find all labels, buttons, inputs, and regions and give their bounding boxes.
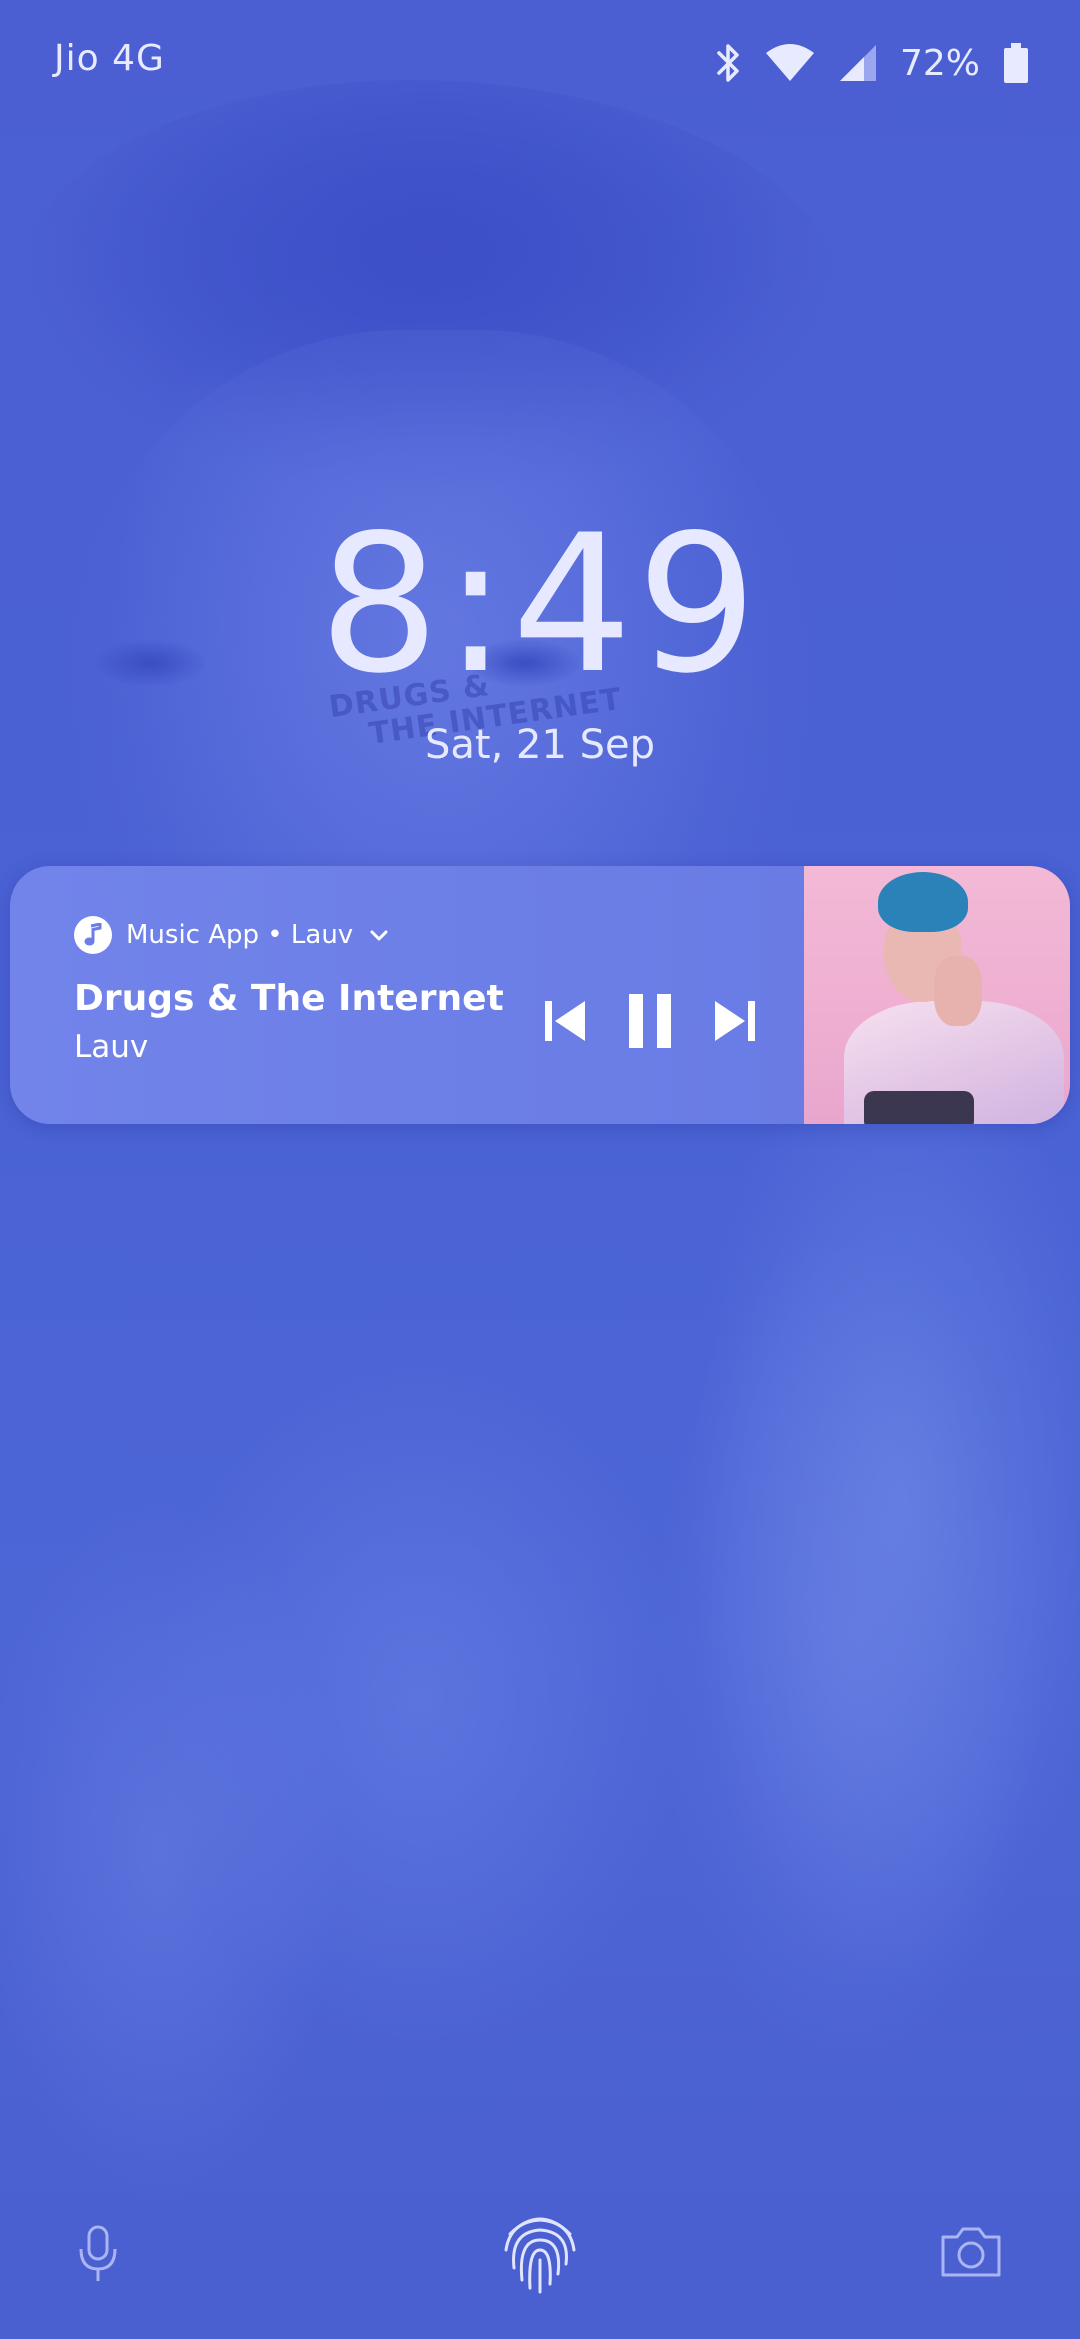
wifi-icon <box>764 43 816 83</box>
bluetooth-icon <box>716 41 742 85</box>
media-controls <box>530 991 770 1051</box>
voice-assist-button[interactable] <box>66 2216 130 2292</box>
media-app-row[interactable]: Music App • Lauv <box>74 916 389 954</box>
mic-icon <box>79 2225 117 2281</box>
album-art-hair <box>878 872 968 932</box>
fingerprint-sensor[interactable] <box>498 2206 582 2296</box>
camera-icon <box>941 2227 1001 2277</box>
skip-previous-icon <box>545 1001 585 1041</box>
lock-date: Sat, 21 Sep <box>424 722 656 768</box>
battery-percent: 72% <box>899 42 980 84</box>
pause-icon <box>629 994 671 1048</box>
skip-next-icon <box>715 1001 755 1041</box>
pause-button[interactable] <box>615 991 685 1051</box>
media-song-artist: Lauv <box>74 1029 149 1065</box>
album-art-hand <box>934 956 982 1026</box>
album-art-shadow <box>864 1091 974 1124</box>
lock-screen: DRUGS & THE INTERNET Jio 4G 72% 8:49 Sat… <box>0 0 1080 2339</box>
wallpaper: DRUGS & THE INTERNET <box>0 0 1080 2339</box>
lock-clock: 8:49 <box>318 494 762 715</box>
media-app-label: Music App • Lauv <box>126 920 354 950</box>
album-art <box>804 866 1070 1124</box>
previous-track-button[interactable] <box>530 991 600 1051</box>
media-song-title: Drugs & The Internet <box>74 978 504 1019</box>
next-track-button[interactable] <box>700 991 770 1051</box>
status-icons: 72% <box>716 38 1030 88</box>
camera-shortcut-button[interactable] <box>936 2220 1006 2282</box>
media-notification[interactable]: Music App • Lauv Drugs & The Internet La… <box>10 866 1070 1124</box>
status-bar: Jio 4G 72% <box>0 0 1080 130</box>
battery-icon <box>1002 41 1030 85</box>
music-note-icon <box>74 916 112 954</box>
carrier-label: Jio 4G <box>54 38 165 79</box>
fingerprint-icon <box>504 2217 576 2294</box>
chevron-down-icon[interactable] <box>369 920 389 950</box>
cell-signal-icon <box>838 43 878 83</box>
wallpaper-shirt-shape <box>0 1250 1080 2339</box>
